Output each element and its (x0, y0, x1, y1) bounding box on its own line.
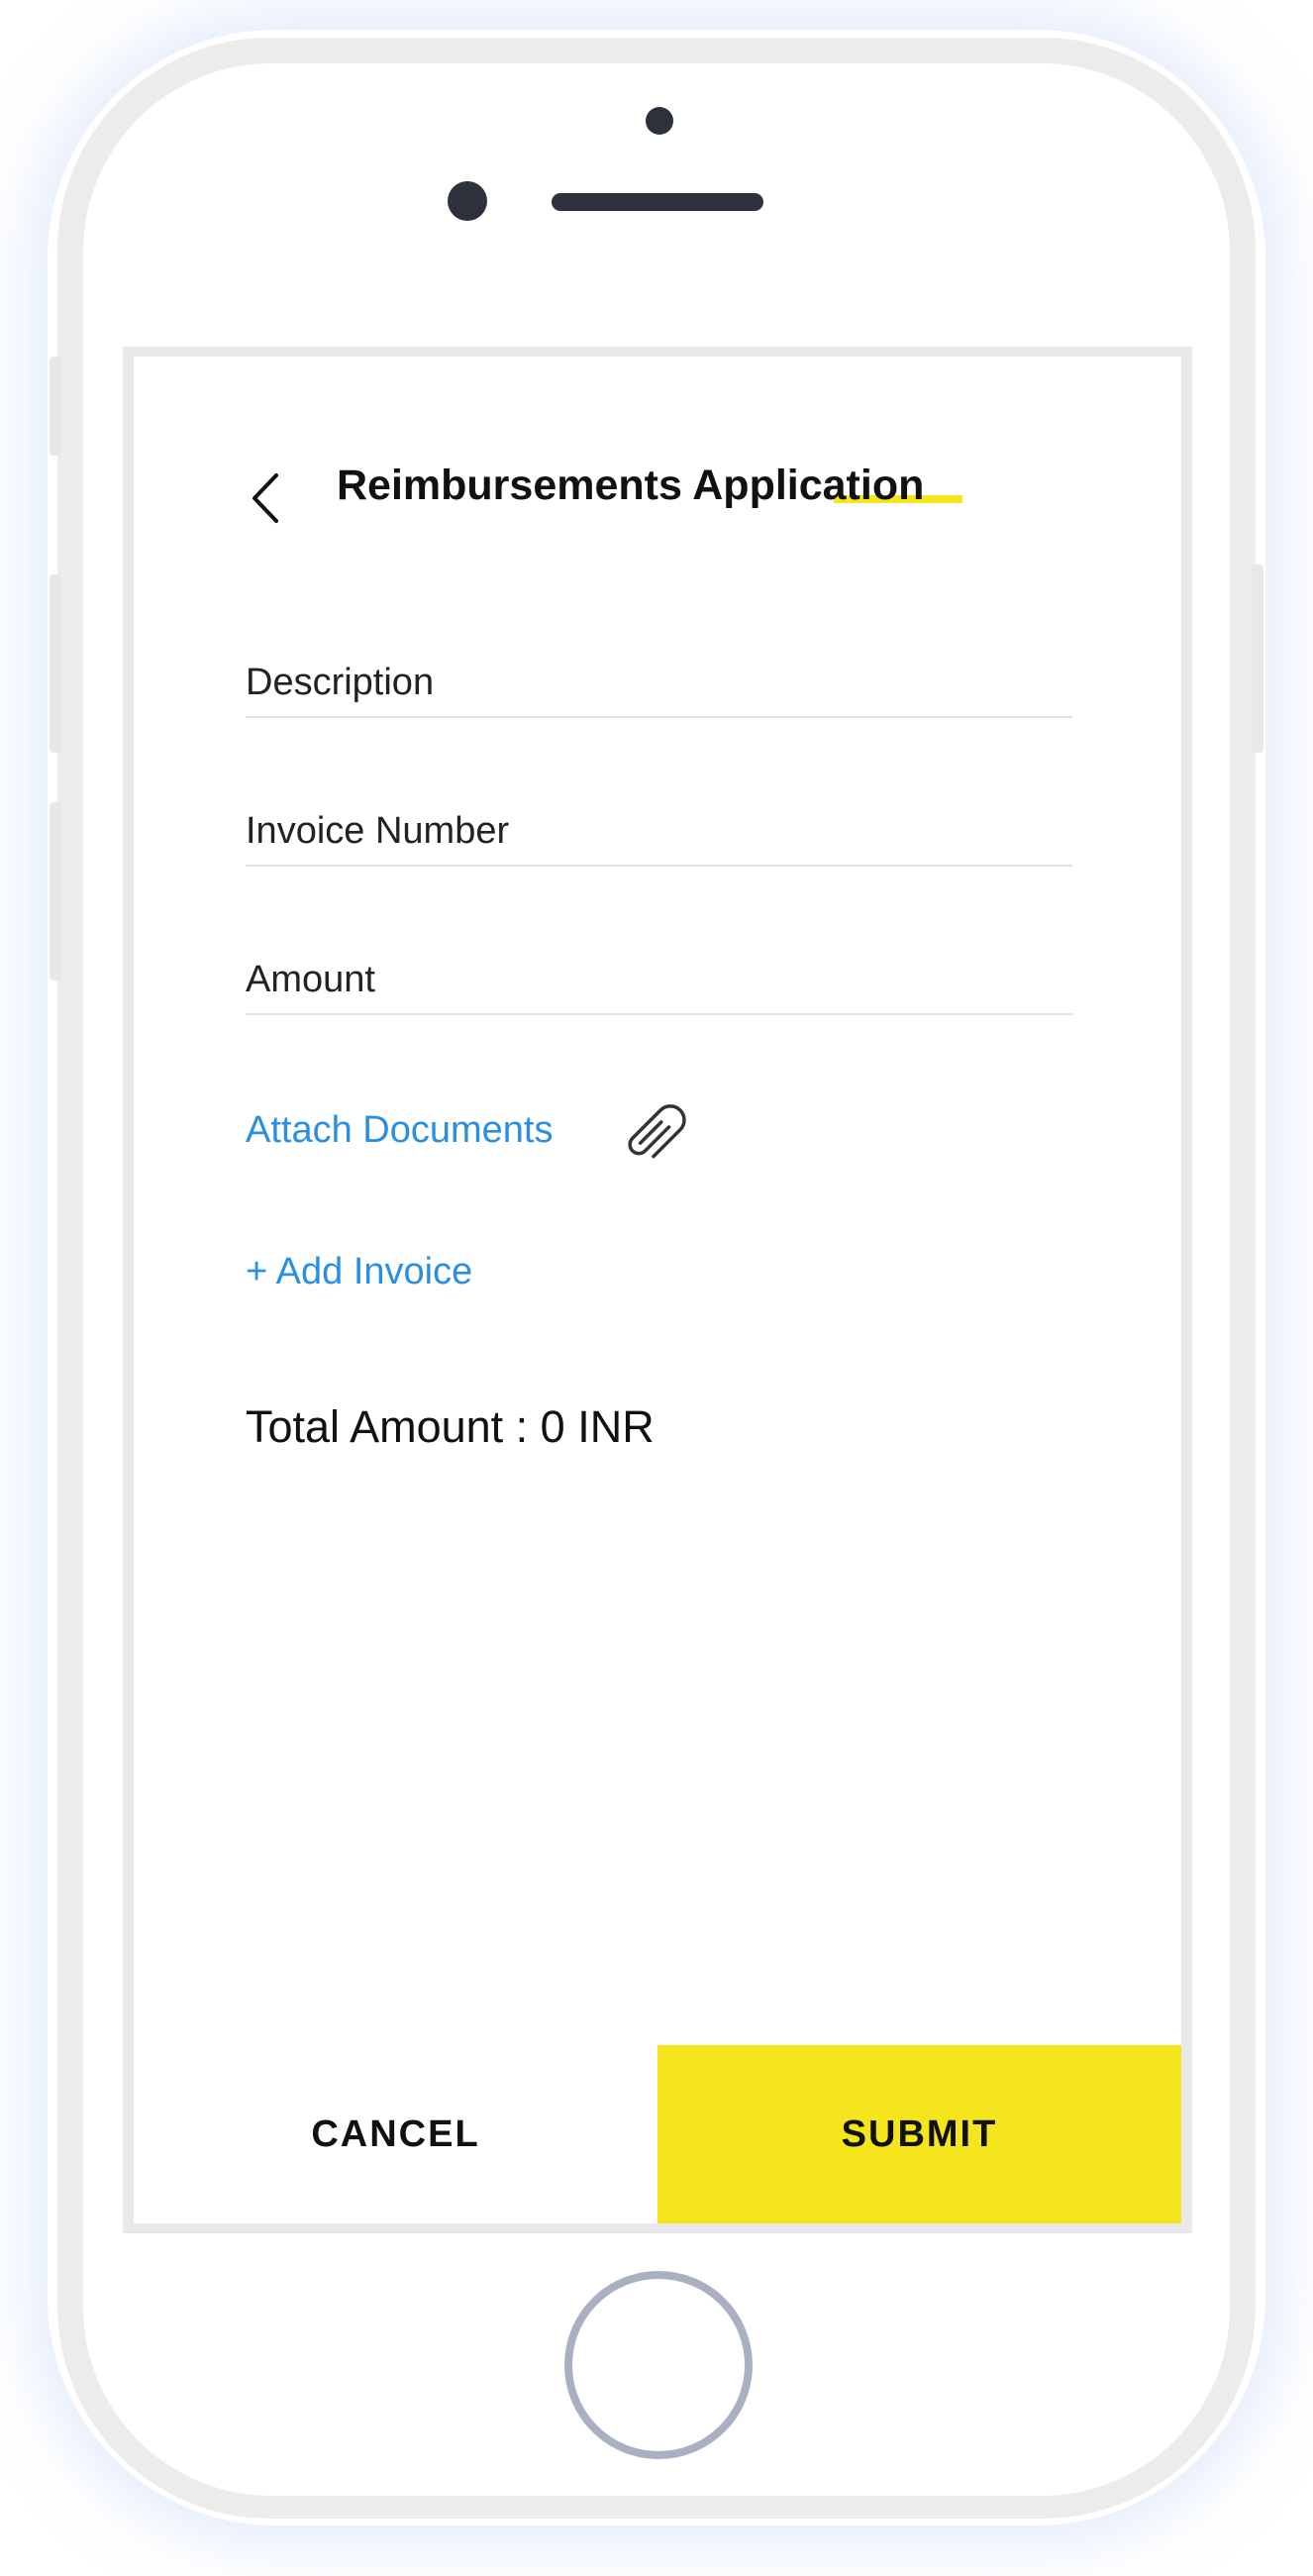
description-input[interactable] (246, 649, 1072, 716)
total-amount: Total Amount : 0 INR (246, 1401, 655, 1452)
invoice-number-input[interactable] (246, 797, 1072, 865)
paperclip-icon (628, 1104, 686, 1159)
attach-documents-link[interactable]: Attach Documents (246, 1109, 553, 1152)
proximity-sensor (448, 181, 487, 221)
side-button (1252, 565, 1263, 753)
chevron-left-icon (252, 473, 278, 523)
amount-input[interactable] (246, 946, 1072, 1013)
page-title: Reimbursements Application (337, 462, 925, 509)
side-button (50, 574, 61, 753)
earpiece-speaker (552, 193, 763, 211)
add-invoice-link[interactable]: + Add Invoice (246, 1251, 472, 1293)
description-field (246, 649, 1072, 718)
side-button (50, 357, 61, 456)
invoice-number-field (246, 797, 1072, 867)
attach-button[interactable] (614, 1094, 693, 1174)
side-button (50, 802, 61, 980)
front-camera (646, 107, 673, 135)
home-button[interactable] (564, 2271, 753, 2459)
submit-button[interactable]: SUBMIT (657, 2045, 1181, 2223)
app-screen: Reimbursements Application Attach Docume… (134, 357, 1181, 2223)
back-button[interactable] (241, 464, 290, 533)
amount-field (246, 946, 1072, 1015)
cancel-button[interactable]: CANCEL (134, 2045, 657, 2223)
